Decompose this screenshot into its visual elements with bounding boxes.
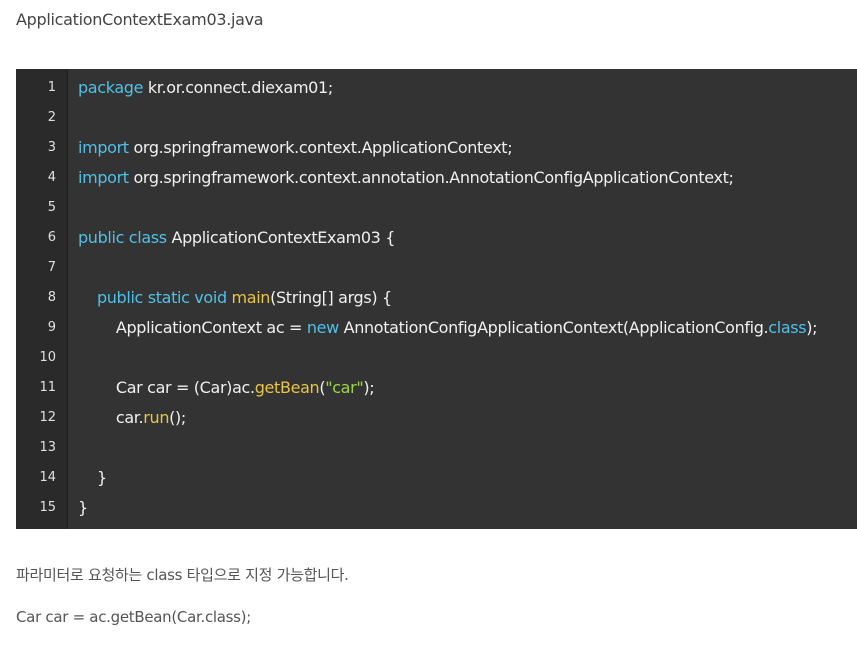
code-token: } [78,468,107,487]
code-example-text: Car car = ac.getBean(Car.class); [16,608,251,626]
code-token: AnnotationConfigApplicationContext(Appli… [338,318,769,337]
code-token: ApplicationContext ac = [78,318,307,337]
code-token: ); [806,318,818,337]
code-line: } [78,463,107,493]
line-number: 15 [39,500,56,515]
line-number: 9 [47,320,56,335]
code-line: } [78,493,88,523]
code-token: car. [78,408,144,427]
code-token: import [78,138,129,157]
code-line: import org.springframework.context.Appli… [78,133,513,163]
line-number: 1 [47,80,56,95]
line-number: 6 [47,230,56,245]
code-token: } [78,498,88,517]
line-number: 12 [39,410,56,425]
code-token: Car car = (Car)ac. [78,378,255,397]
code-token: getBean [254,378,320,397]
code-line: public class ApplicationContextExam03 { [78,223,395,253]
code-token: import [78,168,129,187]
code-token: public static void [96,288,227,307]
code-token: ApplicationContextExam03 { [166,228,396,247]
code-token: package [78,78,144,97]
code-line: import org.springframework.context.annot… [78,163,734,193]
code-token: run [143,408,170,427]
code-token: (String[] args) { [270,288,392,307]
code-line: car.run(); [78,403,186,433]
line-number: 11 [39,380,56,395]
description-text: 파라미터로 요청하는 class 타입으로 지정 가능합니다. [16,566,349,584]
code-block: 1 2 3 4 5 6 7 8 9 10 11 12 13 14 15 package kr.or.conn… [16,69,857,529]
code-token: new [306,318,339,337]
code-token: main [231,288,271,307]
code-line: Car car = (Car)ac.getBean("car"); [78,373,375,403]
line-number: 10 [39,350,56,365]
line-number: 8 [47,290,56,305]
line-number: 5 [47,200,56,215]
code-line: public static void main(String[] args) { [78,283,392,313]
code-token: ); [363,378,375,397]
code-token: (); [169,408,186,427]
code-token: "car" [325,378,364,397]
line-number: 13 [39,440,56,455]
file-title: ApplicationContextExam03.java [16,10,264,29]
code-token: public class [78,228,167,247]
code-token: org.springframework.context.annotation.A… [128,168,734,187]
line-number: 4 [47,170,56,185]
code-line: ApplicationContext ac = new AnnotationCo… [78,313,818,343]
line-number: 3 [47,140,56,155]
code-token: class [768,318,807,337]
code-token: kr.or.connect.diexam01; [143,78,333,97]
line-number-gutter: 1 2 3 4 5 6 7 8 9 10 11 12 13 14 15 [16,69,68,529]
line-number: 2 [47,110,56,125]
code-token: org.springframework.context.ApplicationC… [128,138,513,157]
line-number: 7 [47,260,56,275]
line-number: 14 [39,470,56,485]
code-line: package kr.or.connect.diexam01; [78,73,333,103]
